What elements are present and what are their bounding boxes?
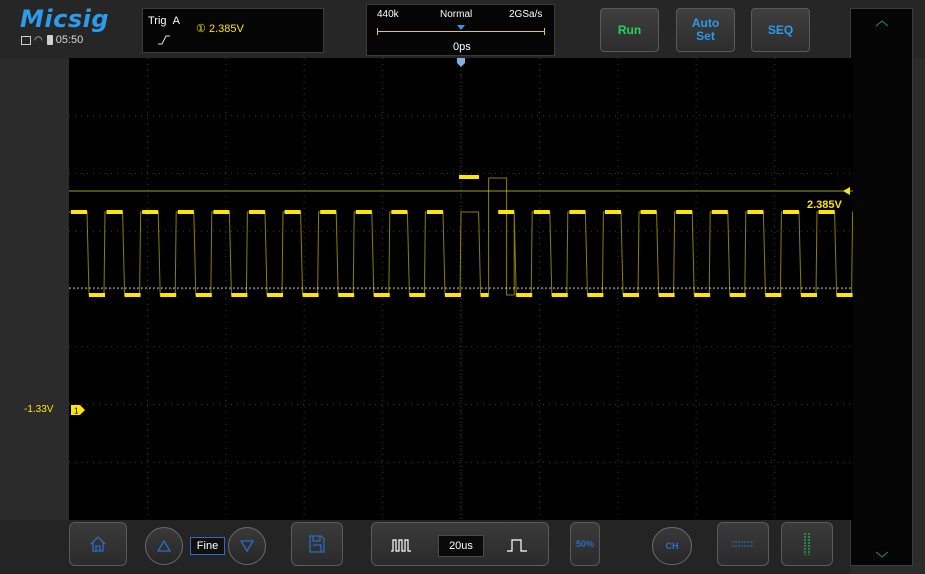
expand-timebase-icon[interactable] <box>506 538 528 552</box>
home-icon <box>90 536 106 552</box>
pulse-high-segment <box>498 210 515 214</box>
pulse-low-segment <box>729 293 746 297</box>
pulse-high-segment <box>605 210 621 214</box>
chevron-up-icon[interactable] <box>875 19 889 27</box>
home-button[interactable] <box>69 522 127 566</box>
battery-icon <box>46 35 53 45</box>
fine-toggle[interactable]: Fine <box>190 537 225 555</box>
pulse-low-segment <box>765 293 782 297</box>
monitor-icon <box>21 35 31 45</box>
channel-select-button[interactable]: CH <box>652 527 692 565</box>
waveform-display[interactable] <box>69 58 853 520</box>
pulse-low-segment <box>551 293 568 297</box>
channel-offset-label: -1.33V <box>24 404 54 415</box>
fifty-percent-button[interactable]: 50% <box>570 522 600 566</box>
right-side-panel[interactable] <box>850 8 913 566</box>
pulse-high-segment <box>177 210 194 214</box>
triangle-down-icon <box>240 540 254 552</box>
horizontal-cursor-icon <box>732 541 754 547</box>
compress-timebase-icon[interactable] <box>390 538 412 552</box>
pulse-high-segment <box>284 210 301 214</box>
top-bar: Micsig ◠ 05:50 Trig A ① 2.385V 440k Norm… <box>0 0 925 58</box>
pulse-high-segment <box>391 210 408 214</box>
pulse-low-segment <box>836 293 853 297</box>
channel-1-marker[interactable]: 1 <box>71 405 85 415</box>
auto-set-button[interactable]: Auto Set <box>676 8 735 52</box>
pulse-low-segment <box>373 293 390 297</box>
pulse-high-segment <box>640 210 657 214</box>
pulse-high-segment <box>320 210 337 214</box>
acquire-mode: Normal <box>440 9 473 20</box>
horizontal-cursor-button[interactable] <box>717 522 769 566</box>
save-button[interactable] <box>291 522 343 566</box>
signal-trace-edges <box>69 177 853 296</box>
pulse-high-segment <box>676 210 693 214</box>
chevron-down-icon[interactable] <box>875 551 889 559</box>
svg-text:1: 1 <box>74 407 79 416</box>
pulse-low-segment <box>231 293 248 297</box>
scale-down-button[interactable] <box>228 527 266 565</box>
pulse-low-segment <box>89 293 105 297</box>
timebase-value: 20us <box>438 535 484 557</box>
pulse-high-segment <box>71 210 87 214</box>
pulse-low-segment <box>124 293 141 297</box>
trigger-position-icon <box>457 58 465 67</box>
pulse-high-segment <box>249 210 265 214</box>
memory-depth: 440k <box>377 9 399 20</box>
pulse-high-segment <box>711 210 728 214</box>
pulse-high-segment <box>459 175 479 179</box>
pulse-low-segment <box>587 293 604 297</box>
pulse-high-segment <box>213 210 230 214</box>
trigger-level-readout: ① 2.385V <box>196 23 244 35</box>
vertical-cursor-icon <box>804 533 810 555</box>
seq-button[interactable]: SEQ <box>751 8 810 52</box>
memory-position-bar <box>377 28 545 35</box>
wifi-icon: ◠ <box>34 34 43 46</box>
pulse-low-segment <box>801 293 817 297</box>
pulse-low-segment <box>480 293 489 297</box>
sample-rate: 2GSa/s <box>509 9 543 20</box>
pulse-high-segment <box>533 210 550 214</box>
channel-button-label: CH <box>665 541 679 551</box>
pulse-low-segment <box>516 293 533 297</box>
scale-up-button[interactable] <box>145 527 183 565</box>
pulse-high-segment <box>569 210 586 214</box>
pulse-low-segment <box>302 293 319 297</box>
pulse-low-segment <box>267 293 283 297</box>
pulse-low-segment <box>658 293 675 297</box>
pulse-low-segment <box>338 293 355 297</box>
run-button[interactable]: Run <box>600 8 659 52</box>
pulse-low-segment <box>160 293 177 297</box>
brand-logo: Micsig <box>20 5 110 33</box>
triangle-up-icon <box>157 540 171 552</box>
trigger-position-marker-icon <box>457 25 465 30</box>
rising-edge-icon <box>158 35 170 45</box>
pulse-low-segment <box>623 293 639 297</box>
status-bar: ◠ 05:50 <box>21 34 83 46</box>
pulse-high-segment <box>747 210 764 214</box>
pulse-low-segment <box>195 293 212 297</box>
pulse-low-segment <box>445 293 461 297</box>
trigger-info-panel[interactable]: Trig A ① 2.385V <box>142 8 324 53</box>
trigger-level-label: 2.385V <box>807 199 842 211</box>
timebase-panel[interactable]: 440k Normal 2GSa/s 0ps <box>366 4 555 56</box>
trigger-label: Trig A <box>148 15 181 27</box>
trigger-level-arrow-icon[interactable] <box>841 186 851 196</box>
horizontal-delay: 0ps <box>453 41 471 53</box>
pulse-low-segment <box>694 293 711 297</box>
vertical-cursor-button[interactable] <box>781 522 833 566</box>
pulse-high-segment <box>355 210 372 214</box>
pulse-high-segment <box>783 210 799 214</box>
save-icon <box>309 535 325 553</box>
pulse-high-segment <box>427 210 443 214</box>
fifty-percent-label: 50% <box>575 539 594 549</box>
pulse-high-segment <box>142 210 159 214</box>
pulse-high-segment <box>106 210 123 214</box>
waveform-canvas <box>69 58 853 520</box>
pulse-low-segment <box>409 293 426 297</box>
clock-time: 05:50 <box>55 34 84 46</box>
